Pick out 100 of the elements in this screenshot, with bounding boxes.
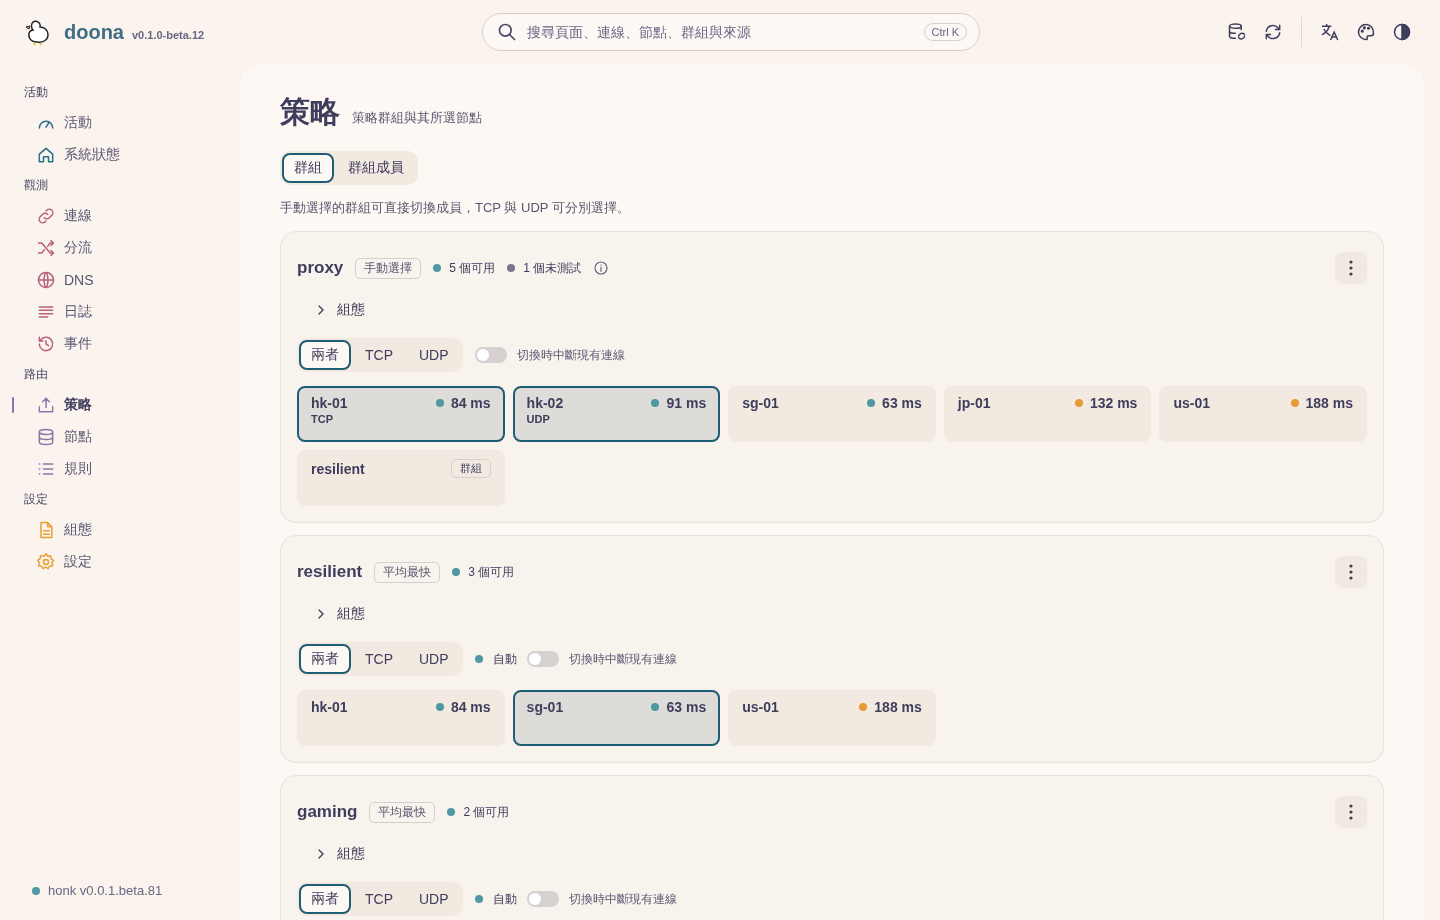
nav-item[interactable]: 日誌 (34, 296, 96, 328)
protocol-label: UDP (526, 413, 551, 425)
node-name: hk-02 (526, 395, 564, 411)
latency-text: 91 ms (666, 395, 707, 411)
info-icon[interactable] (593, 260, 610, 276)
node-name: hk-01 (311, 395, 348, 411)
mode-tab[interactable]: UDP (407, 340, 461, 370)
mode-tab[interactable]: 兩者 (299, 340, 351, 370)
app-version: v0.1.0-beta.12 (132, 28, 205, 41)
more-icon (1349, 260, 1353, 276)
node-name: sg-01 (742, 395, 779, 411)
version-text: honk v0.0.1.beta.81 (48, 883, 163, 898)
node-name: resilient (311, 460, 365, 477)
nav-item[interactable]: 設定 (34, 546, 96, 578)
group-name: gaming (297, 802, 358, 822)
tab[interactable]: 群組 (282, 153, 334, 183)
stat-text: 2 個可用 (463, 803, 510, 821)
group-tile[interactable]: resilient 群組 (297, 450, 505, 506)
latency-text: 63 ms (882, 395, 922, 411)
node-tile[interactable]: hk-02 91 ms UDP (512, 386, 721, 442)
nav-item[interactable]: 策略 (34, 389, 96, 421)
mode-tab[interactable]: TCP (353, 644, 405, 674)
stat-text: 1 個未測試 (523, 259, 582, 277)
node-tile[interactable]: hk-01 84 ms TCP (297, 386, 505, 442)
link-icon (36, 206, 56, 226)
hint-text: 手動選擇的群組可直接切換成員，TCP 與 UDP 可分別選擇。 (280, 199, 631, 217)
mode-tab[interactable]: TCP (353, 340, 405, 370)
status-dot (32, 886, 40, 895)
settings-icon (36, 552, 56, 572)
protocol-label: TCP (311, 413, 334, 425)
node-name: hk-01 (311, 699, 348, 715)
nav-item[interactable]: 連線 (34, 200, 96, 232)
node-tile[interactable]: us-01 188 ms (728, 690, 936, 746)
more-icon (1349, 564, 1353, 580)
node-name: jp-01 (957, 395, 991, 411)
mode-tab[interactable]: UDP (407, 644, 461, 674)
config-toggle[interactable]: 組態 (309, 296, 369, 324)
toggle-switch[interactable] (474, 347, 507, 363)
nav-item[interactable]: 分流 (34, 232, 96, 264)
node-name: us-01 (1173, 395, 1210, 411)
page-subtitle: 策略群組與其所選節點 (352, 109, 482, 127)
latency-text: 84 ms (450, 395, 491, 411)
nav-item[interactable]: 系統狀態 (34, 139, 124, 171)
node-name: sg-01 (526, 699, 564, 715)
search-field[interactable]: 搜尋頁面、連線、節點、群組與來源 Ctrl K (482, 13, 980, 51)
auto-label: 自動 (492, 890, 517, 908)
config-toggle[interactable]: 組態 (309, 840, 369, 868)
nav-item[interactable]: 事件 (34, 328, 96, 360)
group-name: proxy (297, 258, 344, 278)
app-name: doona (64, 20, 124, 44)
globe-icon (36, 270, 56, 290)
nav-item[interactable]: DNS (34, 264, 98, 296)
toggle-label: 切換時中斷現有連線 (516, 346, 625, 364)
latency-text: 188 ms (1305, 395, 1353, 411)
tab[interactable]: 群組成員 (336, 153, 416, 183)
nav-item[interactable]: 活動 (34, 107, 96, 139)
toggle-label: 切換時中斷現有連線 (568, 890, 677, 908)
config-toggle[interactable]: 組態 (309, 600, 369, 628)
group-tag: 群組 (450, 459, 491, 478)
node-tile[interactable]: us-01 188 ms (1159, 386, 1367, 442)
node-tile[interactable]: sg-01 63 ms (728, 386, 936, 442)
nav-item[interactable]: 組態 (34, 514, 96, 546)
mode-tab[interactable]: 兩者 (299, 644, 351, 674)
mode-tab[interactable]: UDP (407, 884, 461, 914)
status-dot (474, 895, 483, 903)
toggle-label: 切換時中斷現有連線 (568, 650, 677, 668)
toggle-switch[interactable] (526, 891, 559, 907)
mode-tab[interactable]: TCP (353, 884, 405, 914)
stat-text: 3 個可用 (468, 563, 515, 581)
search-icon (497, 22, 517, 42)
node-tile[interactable]: sg-01 63 ms (512, 690, 721, 746)
duck-logo-icon (24, 18, 52, 46)
group-type-tag: 平均最快 (369, 801, 436, 823)
node-tile[interactable]: hk-01 84 ms (297, 690, 505, 746)
home-icon (36, 145, 56, 165)
section-heading: 活動 (23, 84, 49, 101)
node-tile[interactable]: jp-01 132 ms (943, 386, 1152, 442)
latency-text: 132 ms (1089, 395, 1138, 411)
upload-icon (36, 395, 56, 415)
node-name: us-01 (742, 699, 779, 715)
group-type-tag: 手動選擇 (355, 257, 422, 279)
latency-text: 84 ms (450, 699, 491, 715)
mode-tab[interactable]: 兩者 (299, 884, 351, 914)
shuffle-icon (36, 238, 56, 258)
nav-item[interactable]: 節點 (34, 421, 96, 453)
history-icon (36, 334, 56, 354)
section-heading: 路由 (23, 366, 49, 383)
database-icon (36, 427, 56, 447)
page-title: 策略 (280, 94, 340, 130)
more-icon (1349, 804, 1353, 820)
group-type-tag: 平均最快 (374, 561, 441, 583)
status-dot (474, 655, 483, 663)
toggle-switch[interactable] (526, 651, 559, 667)
stat-text: 5 個可用 (449, 259, 496, 277)
section-heading: 設定 (23, 491, 49, 508)
nav-item[interactable]: 規則 (34, 453, 96, 485)
auto-label: 自動 (492, 650, 517, 668)
section-heading: 觀測 (23, 177, 49, 194)
latency-text: 188 ms (874, 699, 922, 715)
search-input[interactable]: 搜尋頁面、連線、節點、群組與來源 (525, 23, 916, 41)
